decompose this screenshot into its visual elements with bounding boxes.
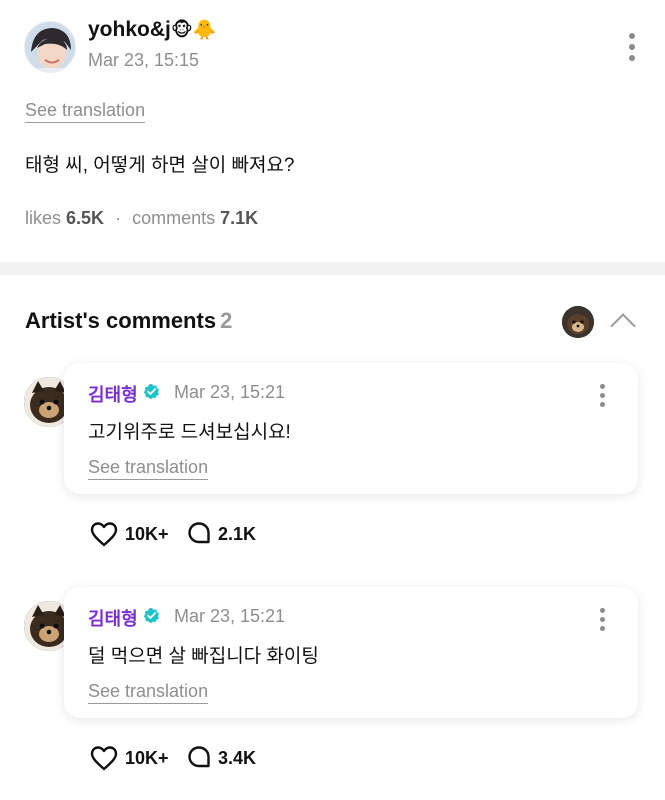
comment-like-count: 10K+	[125, 748, 169, 768]
verified-badge-icon	[143, 383, 160, 400]
comments-count[interactable]: 7.1K	[220, 208, 258, 228]
post-timestamp: Mar 23, 15:15	[88, 50, 200, 70]
speech-bubble-icon[interactable]	[187, 521, 211, 545]
likes-count: 6.5K	[66, 208, 105, 228]
username-text: yohko&j	[88, 18, 171, 41]
kebab-menu-icon[interactable]	[597, 608, 607, 635]
heart-icon[interactable]	[90, 745, 118, 771]
comment-bubble: 김태형 Mar 23, 15:21 덜 먹으면 살 빠집니다 화이팅 See t…	[64, 587, 638, 718]
comment-author[interactable]: 김태형	[88, 381, 138, 407]
comment-timestamp: Mar 23, 15:21	[174, 382, 286, 402]
comment-bubble: 김태형 Mar 23, 15:21 고기위주로 드셔보십시요! See tran…	[64, 363, 638, 494]
user-avatar[interactable]	[24, 21, 76, 73]
speech-bubble-icon[interactable]	[187, 745, 211, 769]
artist-comments-count: 2	[220, 308, 233, 333]
section-divider	[0, 262, 665, 275]
post-stats: likes 6.5K · comments 7.1K	[25, 208, 258, 229]
comment-like-count: 10K+	[125, 524, 169, 544]
kebab-menu-icon[interactable]	[597, 384, 607, 411]
stats-separator: ·	[115, 208, 122, 228]
verified-badge-icon	[143, 607, 160, 624]
see-translation-link[interactable]: See translation	[88, 681, 209, 704]
heart-icon[interactable]	[90, 521, 118, 547]
comment-reply-count[interactable]: 3.4K	[218, 748, 256, 769]
post-body: 태형 씨, 어떻게 하면 살이 빠져요?	[25, 155, 295, 176]
fan-post: yohko&j🐵🐥 Mar 23, 15:15 See translation …	[0, 0, 665, 262]
comment-reply-count[interactable]: 2.1K	[218, 524, 256, 545]
see-translation-link[interactable]: See translation	[25, 100, 146, 123]
artist-avatar-small	[562, 306, 594, 338]
username-emoji: 🐵🐥	[170, 20, 217, 41]
username[interactable]: yohko&j🐵🐥	[88, 18, 216, 42]
artist-comment: 김태형 Mar 23, 15:21 덜 먹으면 살 빠집니다 화이팅 See t…	[0, 587, 665, 797]
comments-label[interactable]: comments	[132, 208, 215, 228]
see-translation-link[interactable]: See translation	[88, 457, 209, 480]
comment-text: 고기위주로 드셔보십시요!	[88, 422, 291, 443]
chevron-up-icon[interactable]	[610, 313, 636, 339]
artist-comments-title: Artist's comments	[25, 308, 217, 333]
kebab-menu-icon[interactable]	[627, 33, 637, 66]
comment-text: 덜 먹으면 살 빠집니다 화이팅	[88, 646, 319, 667]
comment-author[interactable]: 김태형	[88, 605, 138, 631]
artist-comment: 김태형 Mar 23, 15:21 고기위주로 드셔보십시요! See tran…	[0, 363, 665, 573]
comment-timestamp: Mar 23, 15:21	[174, 606, 286, 626]
likes-label: likes	[25, 208, 62, 228]
artist-comments-header: Artist's comments 2	[25, 308, 232, 334]
